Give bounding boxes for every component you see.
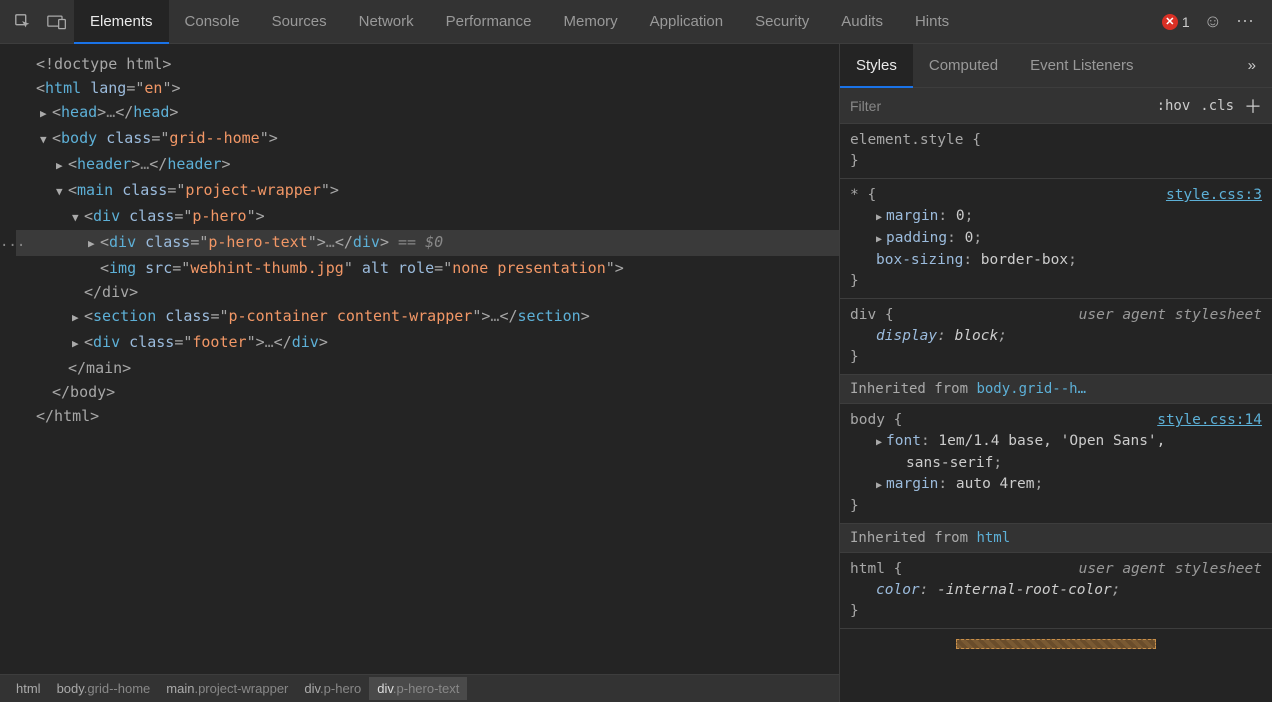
tab-sources[interactable]: Sources [256,0,343,44]
tab-audits[interactable]: Audits [825,0,899,44]
side-tab-styles[interactable]: Styles [840,44,913,88]
tab-memory[interactable]: Memory [548,0,634,44]
expand-arrow-icon[interactable] [56,180,68,204]
tab-security[interactable]: Security [739,0,825,44]
expand-arrow-icon[interactable] [40,102,52,126]
dom-node[interactable]: </html> [16,404,839,428]
new-style-rule-button[interactable]: ＋ [1244,93,1262,119]
dom-node[interactable]: <body class="grid--home"> [16,126,839,152]
tab-console[interactable]: Console [169,0,256,44]
expand-arrow-icon[interactable] [72,206,84,230]
error-icon: ✕ [1162,14,1178,30]
dom-node[interactable]: <header>…</header> [16,152,839,178]
smiley-icon[interactable]: ☺ [1204,11,1222,32]
style-rule[interactable]: html {user agent stylesheetcolor: -inter… [840,553,1272,629]
style-rule[interactable]: div {user agent stylesheetdisplay: block… [840,299,1272,375]
inherited-from-bar: Inherited from body.grid--h… [840,375,1272,404]
filter-input[interactable] [850,98,1147,114]
css-property[interactable]: ▶margin: auto 4rem; [850,474,1262,496]
crumb-body-grid--home[interactable]: body.grid--home [49,677,159,700]
crumb-div-p-hero[interactable]: div.p-hero [296,677,369,700]
dom-node[interactable]: <section class="p-container content-wrap… [16,304,839,330]
css-property[interactable]: box-sizing: border-box; [850,250,1262,271]
box-model-diagram [840,629,1272,659]
filter-bar: :hov .cls ＋ [840,88,1272,124]
style-rule[interactable]: body {style.css:14▶font: 1em/1.4 base, '… [840,404,1272,524]
style-rule[interactable]: * {style.css:3▶margin: 0;▶padding: 0;box… [840,179,1272,299]
side-tab-event-listeners[interactable]: Event Listeners [1014,44,1149,88]
css-property[interactable]: ▶padding: 0; [850,228,1262,250]
dom-tree[interactable]: <!doctype html><html lang="en"><head>…</… [0,44,839,674]
tab-performance[interactable]: Performance [430,0,548,44]
source-link[interactable]: style.css:3 [1166,185,1262,206]
css-property[interactable]: color: -internal-root-color; [850,580,1262,601]
crumb-html[interactable]: html [8,677,49,700]
more-tabs-icon[interactable]: » [1232,57,1272,74]
cls-toggle[interactable]: .cls [1200,98,1234,114]
dom-node[interactable]: <main class="project-wrapper"> [16,178,839,204]
more-icon[interactable]: ⋯ [1236,11,1256,32]
dom-node[interactable]: <div class="p-hero-text">…</div> == $0 [16,230,839,256]
dom-node[interactable]: <html lang="en"> [16,76,839,100]
hov-toggle[interactable]: :hov [1157,98,1191,114]
inspect-icon[interactable] [6,5,40,39]
inherited-from-bar: Inherited from html [840,524,1272,553]
crumb-div-p-hero-text[interactable]: div.p-hero-text [369,677,467,700]
expand-arrow-icon[interactable] [72,332,84,356]
expand-arrow-icon[interactable] [40,128,52,152]
error-count: 1 [1182,14,1190,30]
crumb-main-project-wrapper[interactable]: main.project-wrapper [158,677,296,700]
dom-node[interactable]: </div> [16,280,839,304]
expand-arrow-icon[interactable] [56,154,68,178]
expand-arrow-icon[interactable] [72,306,84,330]
dom-node[interactable]: <!doctype html> [16,52,839,76]
elements-panel: <!doctype html><html lang="en"><head>…</… [0,44,840,702]
breadcrumb: htmlbody.grid--homemain.project-wrapperd… [0,674,839,702]
device-toggle-icon[interactable] [40,5,74,39]
styles-tabs: StylesComputedEvent Listeners » [840,44,1272,88]
css-property[interactable]: ▶margin: 0; [850,206,1262,228]
devtools-toolbar: ElementsConsoleSourcesNetworkPerformance… [0,0,1272,44]
tab-hints[interactable]: Hints [899,0,965,44]
styles-panel: StylesComputedEvent Listeners » :hov .cls… [840,44,1272,702]
style-rules: element.style {}* {style.css:3▶margin: 0… [840,124,1272,702]
dom-node[interactable]: </body> [16,380,839,404]
css-property[interactable]: display: block; [850,326,1262,347]
tab-network[interactable]: Network [343,0,430,44]
dom-node[interactable]: </main> [16,356,839,380]
dom-node[interactable]: <div class="p-hero"> [16,204,839,230]
source-link[interactable]: style.css:14 [1157,410,1262,431]
style-rule[interactable]: element.style {} [840,124,1272,179]
dom-node[interactable]: <div class="footer">…</div> [16,330,839,356]
tab-elements[interactable]: Elements [74,0,169,44]
css-property[interactable]: ▶font: 1em/1.4 base, 'Open Sans', [850,431,1262,453]
dom-node[interactable]: <img src="webhint-thumb.jpg" alt role="n… [16,256,839,280]
side-tab-computed[interactable]: Computed [913,44,1014,88]
expand-arrow-icon[interactable] [88,232,100,256]
tab-application[interactable]: Application [634,0,739,44]
dom-node[interactable]: <head>…</head> [16,100,839,126]
error-count-badge[interactable]: ✕ 1 [1162,14,1190,30]
